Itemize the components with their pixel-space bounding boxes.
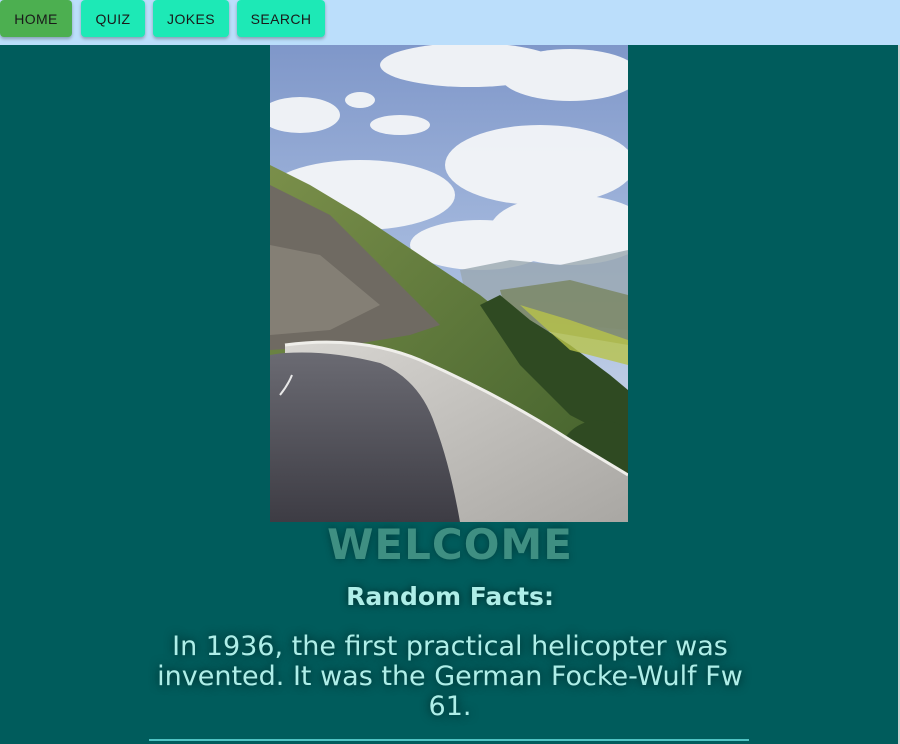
fact-text: In 1936, the first practical helicopter … xyxy=(157,631,743,722)
quiz-button[interactable]: QUIZ xyxy=(81,0,145,37)
hero-image xyxy=(270,45,628,522)
divider xyxy=(149,739,749,741)
jokes-button[interactable]: JOKES xyxy=(153,0,229,37)
random-facts-heading: Random Facts: xyxy=(346,582,554,611)
mountain-road-image xyxy=(270,45,628,522)
welcome-heading: WELCOME xyxy=(327,520,573,569)
home-button[interactable]: HOME xyxy=(0,0,72,37)
top-navigation-bar: HOME QUIZ JOKES SEARCH xyxy=(0,0,900,45)
search-button[interactable]: SEARCH xyxy=(237,0,325,37)
